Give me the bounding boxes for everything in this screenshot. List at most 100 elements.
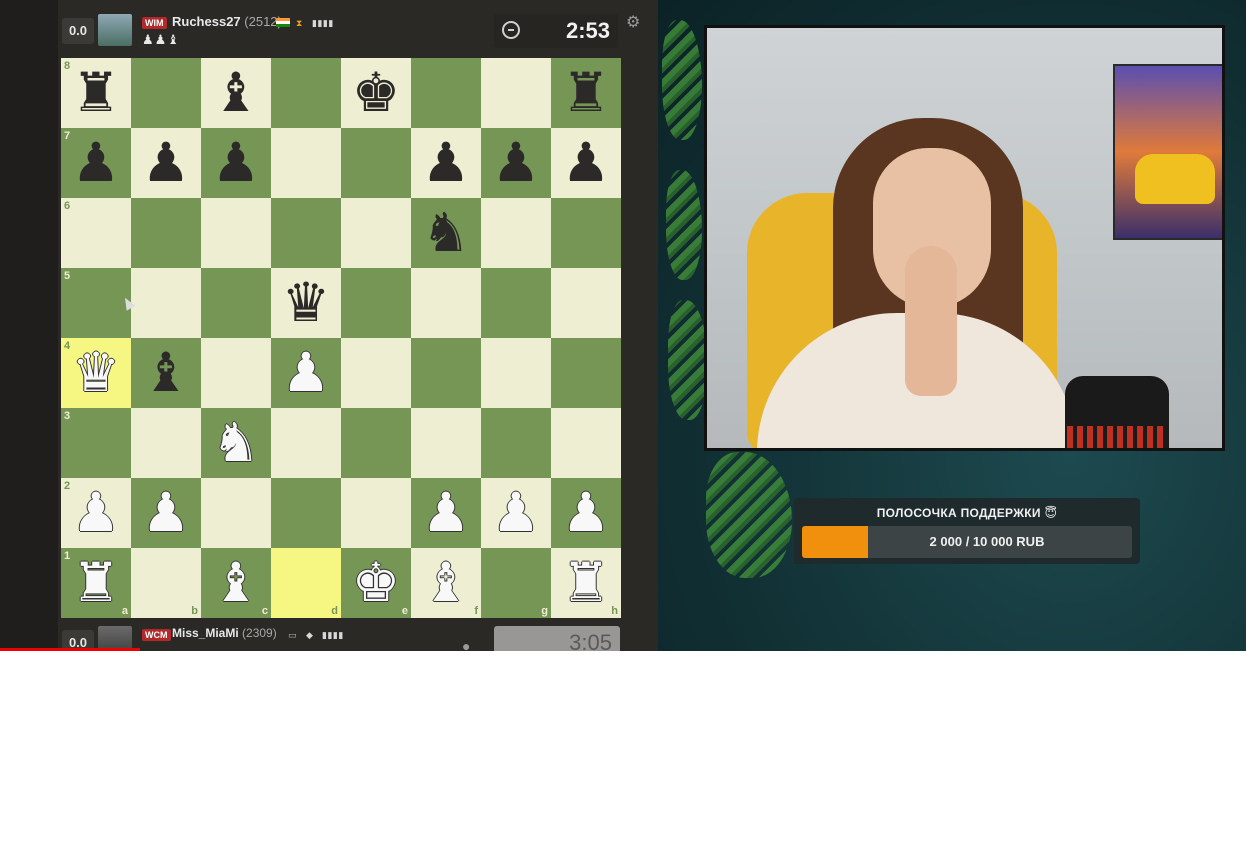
square-a4[interactable]: 4 ♛ [61, 338, 131, 408]
square-c7[interactable]: ♟ [201, 128, 271, 198]
square-g1[interactable]: g [481, 548, 551, 618]
square-d4[interactable]: ♟ [271, 338, 341, 408]
square-g6[interactable] [481, 198, 551, 268]
square-g2[interactable]: ♟ [481, 478, 551, 548]
square-a7[interactable]: 7 ♟ [61, 128, 131, 198]
square-e6[interactable] [341, 198, 411, 268]
black-pawn-icon[interactable]: ♟ [61, 128, 131, 198]
square-a8[interactable]: 8 ♜ [61, 58, 131, 128]
white-pawn-icon[interactable]: ♟ [411, 478, 481, 548]
white-bishop-icon[interactable]: ♝ [201, 548, 271, 618]
square-e5[interactable] [341, 268, 411, 338]
white-queen-icon[interactable]: ♛ [61, 338, 131, 408]
square-a1[interactable]: 1 a ♜ [61, 548, 131, 618]
square-a3[interactable]: 3 [61, 408, 131, 478]
square-d2[interactable] [271, 478, 341, 548]
black-pawn-icon[interactable]: ♟ [131, 128, 201, 198]
chat-icon[interactable]: ● [462, 638, 470, 651]
square-d5[interactable]: ♛ [271, 268, 341, 338]
black-pawn-icon[interactable]: ♟ [411, 128, 481, 198]
square-f4[interactable] [411, 338, 481, 408]
square-h2[interactable]: ♟ [551, 478, 621, 548]
white-pawn-icon[interactable]: ♟ [481, 478, 551, 548]
black-bishop-icon[interactable]: ♝ [201, 58, 271, 128]
square-h3[interactable] [551, 408, 621, 478]
square-e4[interactable] [341, 338, 411, 408]
square-f8[interactable] [411, 58, 481, 128]
player-name-text[interactable]: Ruchess27 [172, 14, 241, 29]
square-d8[interactable] [271, 58, 341, 128]
white-rook-icon[interactable]: ♜ [61, 548, 131, 618]
square-g8[interactable] [481, 58, 551, 128]
square-g3[interactable] [481, 408, 551, 478]
square-c3[interactable]: ♞ [201, 408, 271, 478]
chess-board[interactable]: 8 ♜ ♝ ♚ ♜ 7 ♟ ♟ ♟ ♟ ♟ ♟ 6 ♞ 5 ♛ 4 ♛ ♝ ♟ 3 ♞ 2 ♟ ♟ ♟ ♟ ♟ 1 a ♜ b c ♝ d e ♚ f ♝ g… [61, 58, 621, 618]
black-king-icon[interactable]: ♚ [341, 58, 411, 128]
square-e1[interactable]: e ♚ [341, 548, 411, 618]
square-c8[interactable]: ♝ [201, 58, 271, 128]
square-b8[interactable] [131, 58, 201, 128]
black-bishop-icon[interactable]: ♝ [131, 338, 201, 408]
square-g4[interactable] [481, 338, 551, 408]
white-pawn-icon[interactable]: ♟ [131, 478, 201, 548]
square-b7[interactable]: ♟ [131, 128, 201, 198]
square-a6[interactable]: 6 [61, 198, 131, 268]
square-g5[interactable] [481, 268, 551, 338]
player-name[interactable]: Ruchess27 (2512) [172, 14, 282, 29]
square-h4[interactable] [551, 338, 621, 408]
square-b4[interactable]: ♝ [131, 338, 201, 408]
square-c5[interactable] [201, 268, 271, 338]
square-c2[interactable] [201, 478, 271, 548]
black-knight-icon[interactable]: ♞ [411, 198, 481, 268]
square-b2[interactable]: ♟ [131, 478, 201, 548]
square-f5[interactable] [411, 268, 481, 338]
square-h7[interactable]: ♟ [551, 128, 621, 198]
square-c6[interactable] [201, 198, 271, 268]
white-knight-icon[interactable]: ♞ [201, 408, 271, 478]
square-f1[interactable]: f ♝ [411, 548, 481, 618]
square-d6[interactable] [271, 198, 341, 268]
square-e3[interactable] [341, 408, 411, 478]
black-rook-icon[interactable]: ♜ [61, 58, 131, 128]
white-pawn-icon[interactable]: ♟ [551, 478, 621, 548]
square-e7[interactable] [341, 128, 411, 198]
white-pawn-icon[interactable]: ♟ [61, 478, 131, 548]
square-e8[interactable]: ♚ [341, 58, 411, 128]
square-h1[interactable]: h ♜ [551, 548, 621, 618]
square-f2[interactable]: ♟ [411, 478, 481, 548]
square-d3[interactable] [271, 408, 341, 478]
player-name[interactable]: Miss_MiaMi (2309) [172, 626, 277, 640]
square-c4[interactable] [201, 338, 271, 408]
square-f7[interactable]: ♟ [411, 128, 481, 198]
square-h6[interactable] [551, 198, 621, 268]
square-c1[interactable]: c ♝ [201, 548, 271, 618]
square-f6[interactable]: ♞ [411, 198, 481, 268]
gear-icon[interactable]: ⚙ [626, 12, 640, 32]
white-pawn-icon[interactable]: ♟ [271, 338, 341, 408]
avatar[interactable] [98, 14, 132, 46]
square-d1[interactable]: d [271, 548, 341, 618]
player-name-text[interactable]: Miss_MiaMi [172, 626, 239, 640]
square-h8[interactable]: ♜ [551, 58, 621, 128]
square-d7[interactable] [271, 128, 341, 198]
square-g7[interactable]: ♟ [481, 128, 551, 198]
captured-pieces: ♟♟♝ [142, 32, 180, 47]
black-pawn-icon[interactable]: ♟ [481, 128, 551, 198]
square-b3[interactable] [131, 408, 201, 478]
white-king-icon[interactable]: ♚ [341, 548, 411, 618]
black-rook-icon[interactable]: ♜ [551, 58, 621, 128]
square-b5[interactable] [131, 268, 201, 338]
square-h5[interactable] [551, 268, 621, 338]
black-pawn-icon[interactable]: ♟ [201, 128, 271, 198]
white-rook-icon[interactable]: ♜ [551, 548, 621, 618]
square-f3[interactable] [411, 408, 481, 478]
black-pawn-icon[interactable]: ♟ [551, 128, 621, 198]
white-bishop-icon[interactable]: ♝ [411, 548, 481, 618]
square-a2[interactable]: 2 ♟ [61, 478, 131, 548]
square-a5[interactable]: 5 [61, 268, 131, 338]
video-progress-bar[interactable] [0, 648, 140, 651]
black-queen-icon[interactable]: ♛ [271, 268, 341, 338]
square-b1[interactable]: b [131, 548, 201, 618]
square-e2[interactable] [341, 478, 411, 548]
square-b6[interactable] [131, 198, 201, 268]
